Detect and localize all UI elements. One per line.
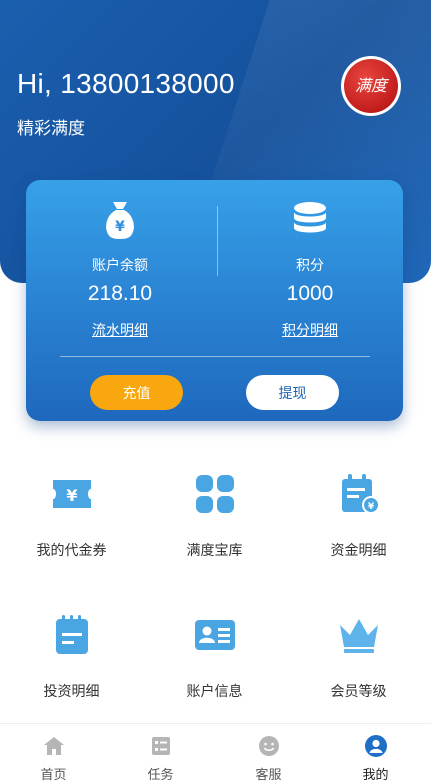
- recharge-button[interactable]: 充值: [90, 375, 183, 410]
- money-bag-icon: ¥: [106, 202, 134, 239]
- withdraw-button[interactable]: 提现: [246, 375, 339, 410]
- tab-label: 任务: [147, 768, 174, 783]
- grid-icon: [196, 475, 234, 513]
- tab-label: 客服: [255, 768, 282, 783]
- service-icon: [259, 736, 279, 756]
- menu-item-label: 我的代金券: [36, 543, 107, 559]
- crown-icon: [340, 619, 378, 653]
- points-value: 1000: [286, 282, 334, 305]
- calendar-money-icon: ¥: [342, 474, 380, 514]
- tab-label: 首页: [40, 768, 67, 783]
- card-divider-horizontal: [60, 356, 370, 357]
- menu-item-label: 资金明细: [330, 543, 387, 559]
- tab-customer-service[interactable]: 客服: [215, 724, 322, 783]
- notepad-icon: [56, 615, 88, 654]
- greeting-subtitle: 精彩满度: [17, 119, 85, 139]
- menu-item-treasury[interactable]: 满度宝库: [143, 472, 286, 602]
- bottom-tab-bar: 首页 任务 客服 我的: [0, 723, 431, 783]
- menu-item-label: 投资明细: [43, 684, 100, 700]
- voucher-icon: ¥: [53, 480, 91, 508]
- tab-mine[interactable]: 我的: [322, 724, 429, 783]
- tab-home[interactable]: 首页: [0, 724, 107, 783]
- home-icon: [44, 737, 64, 755]
- greeting-text: Hi, 13800138000: [17, 68, 235, 99]
- user-icon: [365, 735, 387, 757]
- points-label: 积分: [296, 258, 324, 274]
- points-details-link[interactable]: 积分明细: [216, 320, 404, 340]
- menu-item-label: 账户信息: [186, 684, 243, 700]
- menu-item-vouchers[interactable]: ¥ 我的代金券: [0, 472, 143, 602]
- transaction-details-link[interactable]: 流水明细: [26, 320, 214, 340]
- tab-tasks[interactable]: 任务: [107, 724, 214, 783]
- svg-text:¥: ¥: [115, 219, 125, 235]
- menu-item-label: 会员等级: [330, 684, 387, 700]
- svg-text:¥: ¥: [368, 502, 375, 512]
- menu-item-label: 满度宝库: [186, 543, 243, 559]
- avatar-logo: 满度: [344, 59, 398, 113]
- coin-stack-icon: [294, 202, 326, 233]
- avatar[interactable]: 满度: [341, 56, 401, 116]
- menu-item-fund-details[interactable]: ¥ 资金明细: [287, 472, 430, 602]
- task-icon: [152, 737, 170, 755]
- balance-value: 218.10: [87, 282, 153, 305]
- balance-label: 账户余额: [92, 258, 148, 274]
- id-card-icon: [195, 620, 235, 650]
- account-card: ¥ 账户余额 218.10 流水明细 积分 1000 积分明细 充值 提现: [26, 180, 403, 421]
- tab-label: 我的: [362, 768, 389, 783]
- svg-text:¥: ¥: [66, 486, 77, 505]
